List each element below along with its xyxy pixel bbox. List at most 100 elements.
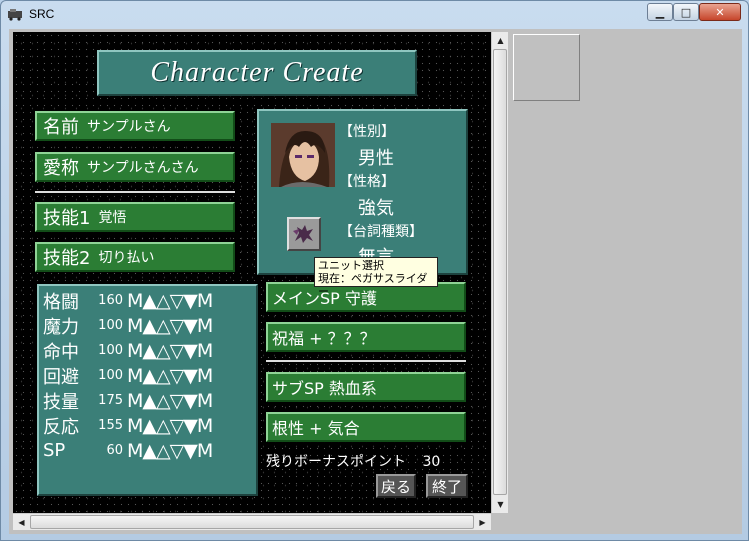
scroll-right-icon[interactable]: ▶ xyxy=(474,514,491,531)
tooltip-line-2: 現在：ペガサスライダー xyxy=(318,272,428,298)
unit-tooltip: ユニット選択 現在：ペガサスライダー xyxy=(314,257,438,298)
bonus-points-label: 残りボーナスポイント xyxy=(266,454,406,470)
stat-increase-button[interactable]: △ xyxy=(156,340,171,362)
stat-row: 格闘 160 M ▲ △ ▽ ▼ M xyxy=(43,288,252,313)
maximize-button[interactable]: □ xyxy=(673,3,699,21)
stat-value: 155 xyxy=(98,418,123,433)
stat-min-button[interactable]: M xyxy=(127,365,143,387)
window-title: SRC xyxy=(29,7,55,21)
minimize-button[interactable]: ▁ xyxy=(647,3,673,21)
personality-value[interactable]: 強気 xyxy=(358,194,394,220)
stat-name: 魔力 xyxy=(43,316,79,338)
stat-increase-fast-button[interactable]: ▲ xyxy=(142,415,157,437)
stat-value: 100 xyxy=(98,343,123,358)
stat-min-button[interactable]: M xyxy=(127,415,143,437)
close-button[interactable]: ✕ xyxy=(699,3,741,21)
nickname-field[interactable]: 愛称 サンプルさんさん xyxy=(35,152,235,182)
vertical-scrollbar[interactable]: ▲ ▼ xyxy=(491,32,508,513)
gender-label: 【性別】 xyxy=(339,124,395,140)
gender-value[interactable]: 男性 xyxy=(358,144,394,170)
stat-max-button[interactable]: M xyxy=(197,340,213,362)
character-portrait[interactable] xyxy=(271,123,335,187)
name-field[interactable]: 名前 サンプルさん xyxy=(35,111,235,141)
scroll-down-icon[interactable]: ▼ xyxy=(492,496,509,513)
stat-decrease-button[interactable]: ▽ xyxy=(170,390,185,412)
unit-select-button[interactable] xyxy=(287,217,321,251)
name-label: 名前 xyxy=(43,117,79,138)
stat-name: 技量 xyxy=(43,391,79,413)
stat-row: SP 60 M ▲ △ ▽ ▼ M xyxy=(43,438,252,463)
stat-decrease-button[interactable]: ▽ xyxy=(170,340,185,362)
divider xyxy=(35,191,235,193)
scroll-left-icon[interactable]: ◀ xyxy=(13,514,30,531)
stat-min-button[interactable]: M xyxy=(127,340,143,362)
stat-max-button[interactable]: M xyxy=(197,415,213,437)
skill2-field[interactable]: 技能2 切り払い xyxy=(35,242,235,272)
stat-increase-button[interactable]: △ xyxy=(156,290,171,312)
stat-row: 回避 100 M ▲ △ ▽ ▼ M xyxy=(43,363,252,388)
skill2-value: 切り払い xyxy=(98,250,155,266)
stat-decrease-fast-button[interactable]: ▼ xyxy=(183,390,198,412)
stat-min-button[interactable]: M xyxy=(127,290,143,312)
skill1-value: 覚悟 xyxy=(98,210,127,226)
stat-max-button[interactable]: M xyxy=(197,440,213,462)
horizontal-scrollbar[interactable]: ◀ ▶ xyxy=(13,513,491,530)
back-button[interactable]: 戻る xyxy=(376,474,416,498)
stat-decrease-button[interactable]: ▽ xyxy=(170,440,185,462)
stat-increase-fast-button[interactable]: ▲ xyxy=(142,365,157,387)
stat-min-button[interactable]: M xyxy=(127,390,143,412)
stat-increase-fast-button[interactable]: ▲ xyxy=(142,390,157,412)
name-value: サンプルさん xyxy=(87,119,171,135)
stat-controls: M ▲ △ ▽ ▼ M xyxy=(127,290,213,312)
stat-name: 回避 xyxy=(43,366,79,388)
vertical-scroll-thumb[interactable] xyxy=(493,49,507,495)
maximize-icon: □ xyxy=(680,5,692,19)
minimap[interactable] xyxy=(513,34,580,101)
stat-value: 100 xyxy=(98,368,123,383)
stat-row: 反応 155 M ▲ △ ▽ ▼ M xyxy=(43,413,252,438)
client-area: Character Create 名前 サンプルさん 愛称 サンプルさんさん 技… xyxy=(9,29,742,534)
nickname-label: 愛称 xyxy=(43,158,79,179)
grit-field[interactable]: 根性 + 気合 xyxy=(266,412,466,442)
stat-max-button[interactable]: M xyxy=(197,315,213,337)
skill1-field[interactable]: 技能1 覚悟 xyxy=(35,202,235,232)
portrait-panel: 【性別】 男性 【性格】 強気 【台詞種類】 無言 xyxy=(257,109,468,275)
personality-label: 【性格】 xyxy=(339,174,395,190)
stat-min-button[interactable]: M xyxy=(127,440,143,462)
finish-button[interactable]: 終了 xyxy=(426,474,468,498)
stat-min-button[interactable]: M xyxy=(127,315,143,337)
stat-decrease-button[interactable]: ▽ xyxy=(170,365,185,387)
skill1-label: 技能1 xyxy=(43,208,91,229)
scroll-up-icon[interactable]: ▲ xyxy=(492,32,509,49)
title-bar[interactable]: SRC ▁ □ ✕ xyxy=(1,1,748,27)
bonus-points-value: 30 xyxy=(422,454,441,470)
stat-increase-fast-button[interactable]: ▲ xyxy=(142,290,157,312)
stat-increase-button[interactable]: △ xyxy=(156,440,171,462)
sub-sp-field[interactable]: サブSP 熱血系 xyxy=(266,372,466,402)
stat-name: SP xyxy=(43,440,66,461)
stat-increase-button[interactable]: △ xyxy=(156,365,171,387)
stat-decrease-fast-button[interactable]: ▼ xyxy=(183,440,198,462)
stat-decrease-button[interactable]: ▽ xyxy=(170,290,185,312)
stat-increase-button[interactable]: △ xyxy=(156,390,171,412)
stat-increase-fast-button[interactable]: ▲ xyxy=(142,340,157,362)
skill2-label: 技能2 xyxy=(43,248,91,269)
stat-increase-fast-button[interactable]: ▲ xyxy=(142,440,157,462)
stat-max-button[interactable]: M xyxy=(197,390,213,412)
stat-decrease-fast-button[interactable]: ▼ xyxy=(183,340,198,362)
stat-decrease-fast-button[interactable]: ▼ xyxy=(183,315,198,337)
pegasus-rider-icon xyxy=(293,225,313,243)
stat-decrease-button[interactable]: ▽ xyxy=(170,315,185,337)
stat-decrease-fast-button[interactable]: ▼ xyxy=(183,415,198,437)
stat-increase-button[interactable]: △ xyxy=(156,315,171,337)
page-title: Character Create xyxy=(97,50,417,96)
stat-max-button[interactable]: M xyxy=(197,290,213,312)
stat-decrease-button[interactable]: ▽ xyxy=(170,415,185,437)
stat-decrease-fast-button[interactable]: ▼ xyxy=(183,365,198,387)
stat-increase-button[interactable]: △ xyxy=(156,415,171,437)
stat-decrease-fast-button[interactable]: ▼ xyxy=(183,290,198,312)
horizontal-scroll-thumb[interactable] xyxy=(30,515,474,529)
stat-max-button[interactable]: M xyxy=(197,365,213,387)
stat-increase-fast-button[interactable]: ▲ xyxy=(142,315,157,337)
blessing-field[interactable]: 祝福 + ？？？ xyxy=(266,322,466,352)
